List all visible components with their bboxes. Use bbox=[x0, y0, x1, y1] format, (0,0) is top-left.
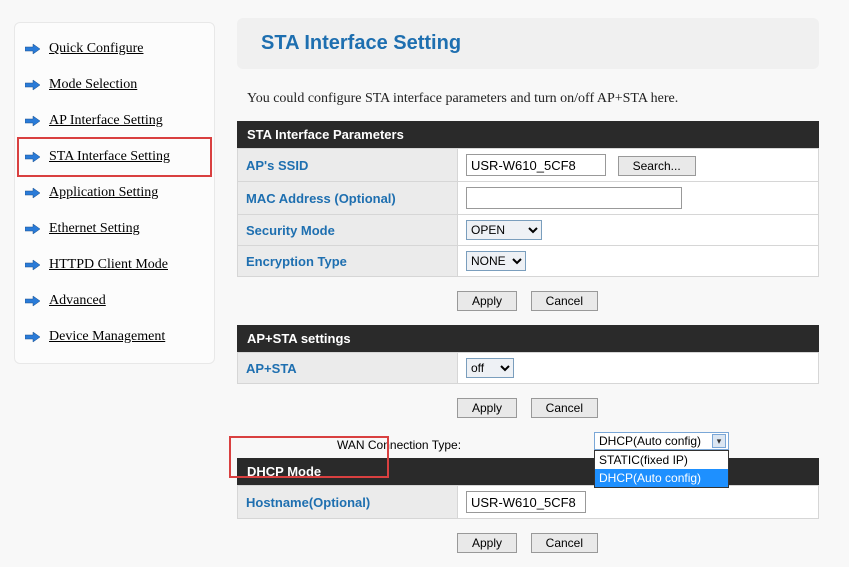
security-select[interactable]: OPEN bbox=[466, 220, 542, 240]
arrow-right-icon bbox=[25, 79, 41, 91]
nav-mode-selection[interactable]: Mode Selection bbox=[19, 67, 210, 103]
arrow-right-icon bbox=[25, 115, 41, 127]
wan-option-dhcp[interactable]: DHCP(Auto config) bbox=[595, 469, 728, 487]
wan-dropdown: STATIC(fixed IP) DHCP(Auto config) bbox=[594, 450, 729, 488]
nav-link[interactable]: Application Setting bbox=[49, 185, 158, 201]
nav-link[interactable]: STA Interface Setting bbox=[49, 149, 170, 165]
nav-ethernet-setting[interactable]: Ethernet Setting bbox=[19, 211, 210, 247]
wan-select-value: DHCP(Auto config) bbox=[599, 434, 701, 448]
ssid-input[interactable] bbox=[466, 154, 606, 176]
nav-quick-configure[interactable]: Quick Configure bbox=[19, 31, 210, 67]
ssid-label: AP's SSID bbox=[238, 149, 458, 182]
arrow-right-icon bbox=[25, 259, 41, 271]
sta-params-header: STA Interface Parameters bbox=[237, 121, 819, 148]
nav-advanced[interactable]: Advanced bbox=[19, 283, 210, 319]
mac-input[interactable] bbox=[466, 187, 682, 209]
hostname-label: Hostname(Optional) bbox=[238, 486, 458, 519]
arrow-right-icon bbox=[25, 43, 41, 55]
apply-button[interactable]: Apply bbox=[457, 291, 517, 311]
apsta-header: AP+STA settings bbox=[237, 325, 819, 352]
page-title: STA Interface Setting bbox=[261, 32, 795, 55]
nav-link[interactable]: AP Interface Setting bbox=[49, 113, 163, 129]
nav-link[interactable]: Advanced bbox=[49, 293, 106, 309]
main-content: STA Interface Setting You could configur… bbox=[227, 8, 849, 567]
page-description: You could configure STA interface parame… bbox=[237, 87, 819, 121]
chevron-down-icon: ▾ bbox=[712, 434, 726, 448]
dhcp-table: Hostname(Optional) bbox=[237, 485, 819, 519]
apsta-table: AP+STA off bbox=[237, 352, 819, 384]
apply-button[interactable]: Apply bbox=[457, 398, 517, 418]
cancel-button[interactable]: Cancel bbox=[531, 398, 598, 418]
nav-httpd-client[interactable]: HTTPD Client Mode bbox=[19, 247, 210, 283]
nav-application-setting[interactable]: Application Setting bbox=[19, 175, 210, 211]
sta-params-table: AP's SSID Search... MAC Address (Optiona… bbox=[237, 148, 819, 277]
cancel-button[interactable]: Cancel bbox=[531, 291, 598, 311]
arrow-right-icon bbox=[25, 151, 41, 163]
apply-button[interactable]: Apply bbox=[457, 533, 517, 553]
hostname-input[interactable] bbox=[466, 491, 586, 513]
arrow-right-icon bbox=[25, 331, 41, 343]
wan-label: WAN Connection Type: bbox=[337, 438, 461, 452]
nav-ap-interface[interactable]: AP Interface Setting bbox=[19, 103, 210, 139]
apsta-select[interactable]: off bbox=[466, 358, 514, 378]
nav-sta-interface[interactable]: STA Interface Setting bbox=[19, 139, 210, 175]
wan-select[interactable]: DHCP(Auto config) ▾ bbox=[594, 432, 729, 450]
nav-link[interactable]: Mode Selection bbox=[49, 77, 137, 93]
nav-link[interactable]: Ethernet Setting bbox=[49, 221, 140, 237]
encryption-select[interactable]: NONE bbox=[466, 251, 526, 271]
nav-device-management[interactable]: Device Management bbox=[19, 319, 210, 355]
search-button[interactable]: Search... bbox=[618, 156, 696, 176]
page-title-box: STA Interface Setting bbox=[237, 18, 819, 69]
wan-row: WAN Connection Type: DHCP(Auto config) ▾… bbox=[237, 432, 819, 458]
dhcp-header: DHCP Mode bbox=[237, 458, 819, 485]
security-label: Security Mode bbox=[238, 215, 458, 246]
arrow-right-icon bbox=[25, 295, 41, 307]
arrow-right-icon bbox=[25, 223, 41, 235]
cancel-button[interactable]: Cancel bbox=[531, 533, 598, 553]
nav-link[interactable]: Device Management bbox=[49, 329, 165, 345]
arrow-right-icon bbox=[25, 187, 41, 199]
sidebar: Quick Configure Mode Selection AP Interf… bbox=[0, 8, 215, 567]
nav-link[interactable]: Quick Configure bbox=[49, 41, 143, 57]
apsta-label: AP+STA bbox=[238, 353, 458, 384]
wan-option-static[interactable]: STATIC(fixed IP) bbox=[595, 451, 728, 469]
mac-label: MAC Address (Optional) bbox=[238, 182, 458, 215]
encryption-label: Encryption Type bbox=[238, 246, 458, 277]
nav-link[interactable]: HTTPD Client Mode bbox=[49, 257, 168, 273]
